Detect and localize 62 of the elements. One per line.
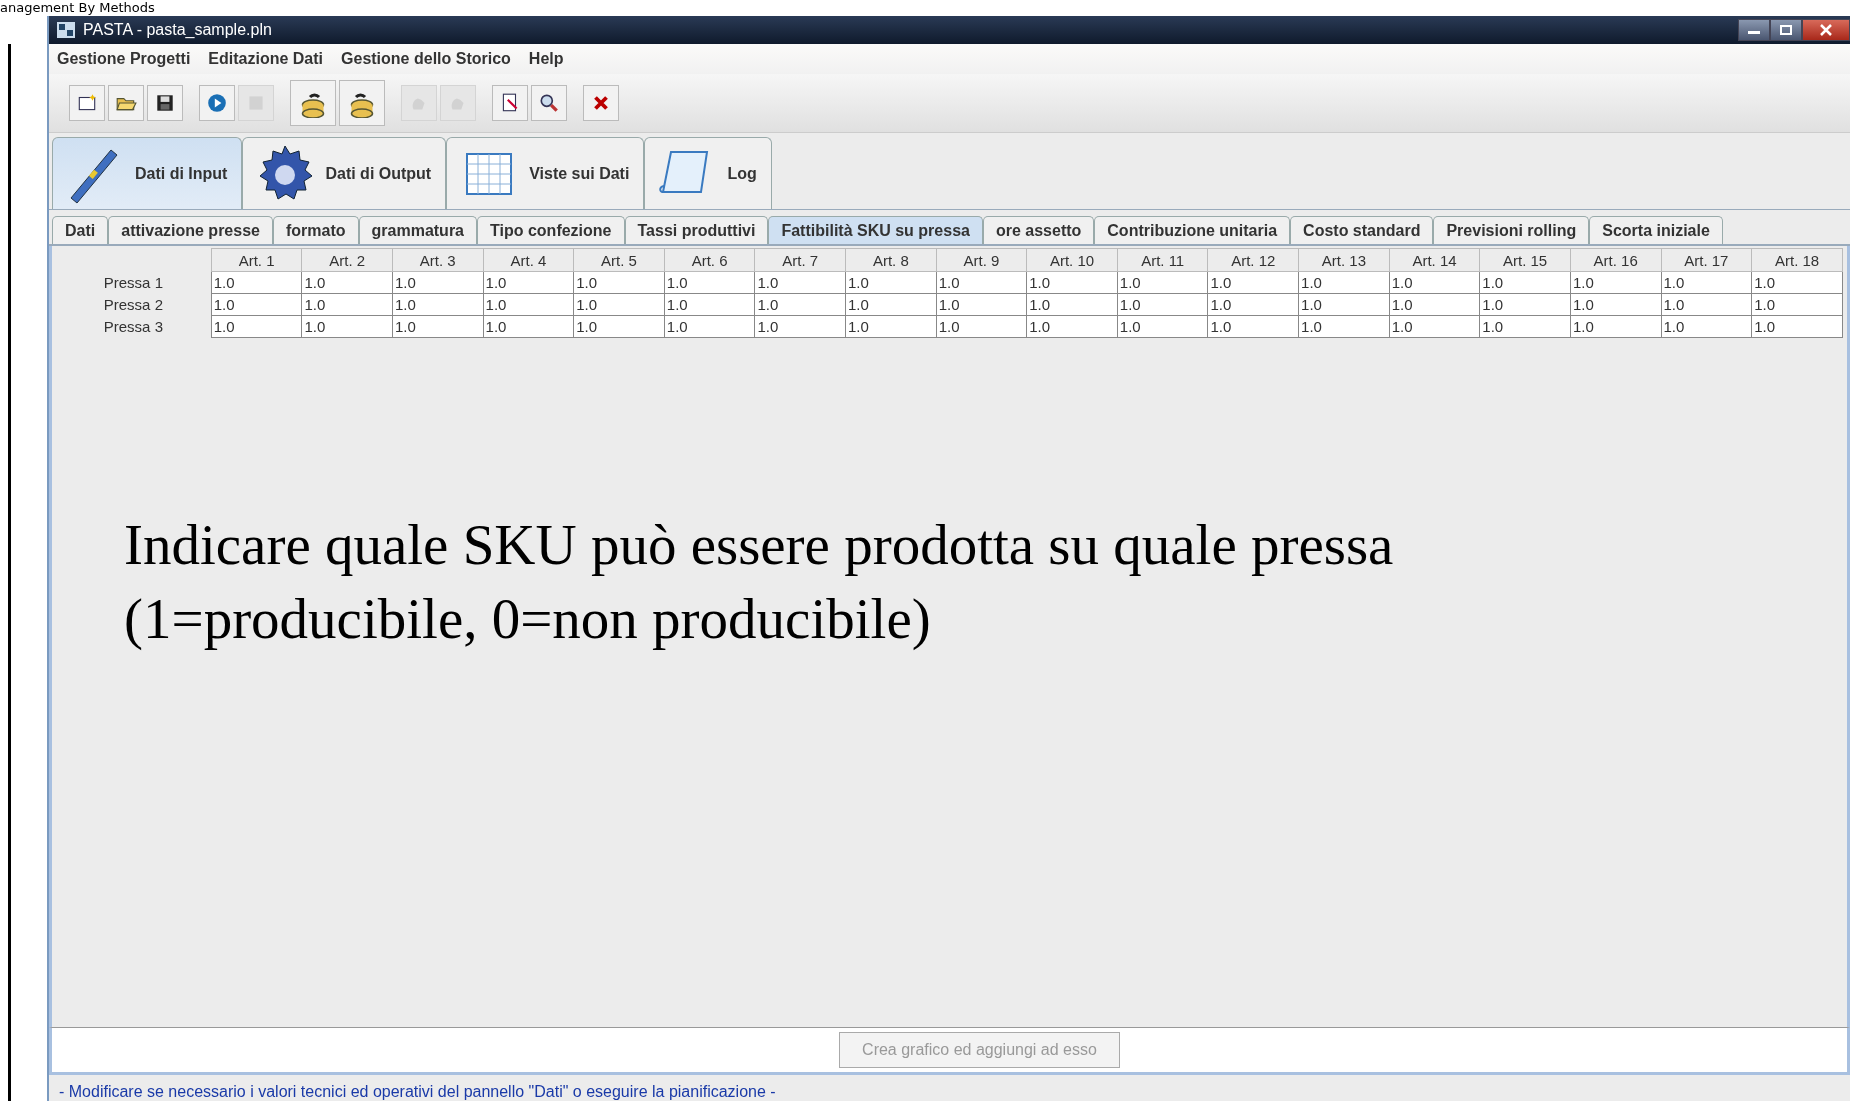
toolbar-button[interactable] xyxy=(290,80,336,126)
sub-tab[interactable]: Tassi produttivi xyxy=(624,216,769,244)
column-header: Art. 17 xyxy=(1661,248,1752,272)
column-header: Art. 1 xyxy=(211,248,302,272)
maximize-icon xyxy=(1779,24,1793,36)
play-icon xyxy=(206,92,228,114)
table-cell[interactable]: 1.0 xyxy=(211,271,302,294)
sub-tab[interactable]: Previsioni rolling xyxy=(1433,216,1590,244)
sub-tab[interactable]: attivazione presse xyxy=(108,216,273,244)
main-tab[interactable]: Dati di Input xyxy=(52,137,243,209)
column-header: Art. 18 xyxy=(1751,248,1843,272)
sub-tab[interactable]: ore assetto xyxy=(982,216,1095,244)
annotation-text: Indicare quale SKU può essere prodotta su quale pressa xyxy=(124,512,1395,578)
column-header: Art. 6 xyxy=(664,248,755,272)
maximize-button[interactable] xyxy=(1770,19,1802,41)
column-header: Art. 11 xyxy=(1117,248,1208,272)
toolbar-button[interactable] xyxy=(147,85,183,121)
menu-item[interactable]: Gestione dello Storico xyxy=(341,50,511,68)
status-message: - Modificare se necessario i valori tecnici ed operativi del pannello "Dati" o eseguire la pianificazione - xyxy=(58,1082,777,1101)
main-tab[interactable]: Dati di Output xyxy=(242,137,447,209)
toolbar-button[interactable] xyxy=(339,80,385,126)
menu-item[interactable]: Gestione Progetti xyxy=(57,50,191,68)
column-header: Art. 15 xyxy=(1479,248,1571,272)
sub-tab[interactable]: formato xyxy=(272,216,359,244)
sub-tab[interactable]: Costo standard xyxy=(1290,216,1434,244)
sub-tab[interactable]: Fattibilità SKU su pressa xyxy=(768,216,983,244)
column-header: Art. 14 xyxy=(1389,248,1480,272)
column-header: Art. 13 xyxy=(1298,248,1390,272)
menu-item[interactable]: Help xyxy=(528,50,564,68)
minimize-button[interactable] xyxy=(1738,19,1770,41)
toolbar-button[interactable] xyxy=(69,85,105,121)
toolbar-button[interactable] xyxy=(492,85,528,121)
sub-tab[interactable]: Dati xyxy=(52,216,109,244)
zoom-icon xyxy=(538,92,560,114)
sub-tab[interactable]: Scorta iniziale xyxy=(1589,216,1723,244)
column-header: Art. 7 xyxy=(754,248,846,272)
column-header: Art. 8 xyxy=(845,248,937,272)
column-header: Art. 2 xyxy=(301,248,393,272)
close-icon xyxy=(1819,24,1833,36)
close-button[interactable] xyxy=(1802,19,1850,41)
sub-tab[interactable]: Contribuzione unitaria xyxy=(1094,216,1291,244)
column-header: Art. 10 xyxy=(1026,248,1118,272)
table-cell[interactable]: 1.0 xyxy=(211,315,302,338)
sub-tab[interactable]: grammatura xyxy=(358,216,477,244)
main-tab[interactable]: Log xyxy=(644,137,772,209)
toolbar-button[interactable] xyxy=(531,85,567,121)
save-icon xyxy=(154,92,176,114)
main-tab[interactable]: Viste sui Dati xyxy=(446,137,645,209)
window-title: PASTA - pasta_sample.pln xyxy=(83,21,272,39)
column-header: Art. 5 xyxy=(573,248,665,272)
sub-tab[interactable]: Tipo confezione xyxy=(477,216,625,244)
toolbar-button[interactable] xyxy=(108,85,144,121)
column-header: Art. 12 xyxy=(1207,248,1299,272)
slide-header: anagement By Methods xyxy=(0,0,155,15)
column-header: Art. 4 xyxy=(483,248,574,272)
column-header: Art. 16 xyxy=(1570,248,1661,272)
column-header: Art. 9 xyxy=(936,248,1027,272)
menu-item[interactable]: Editazione Dati xyxy=(208,50,324,68)
annotation-text: (1=producibile, 0=non producibile) xyxy=(124,586,932,652)
table-cell[interactable]: 1.0 xyxy=(211,293,302,316)
app-icon xyxy=(57,22,75,38)
column-header: Art. 3 xyxy=(392,248,484,272)
